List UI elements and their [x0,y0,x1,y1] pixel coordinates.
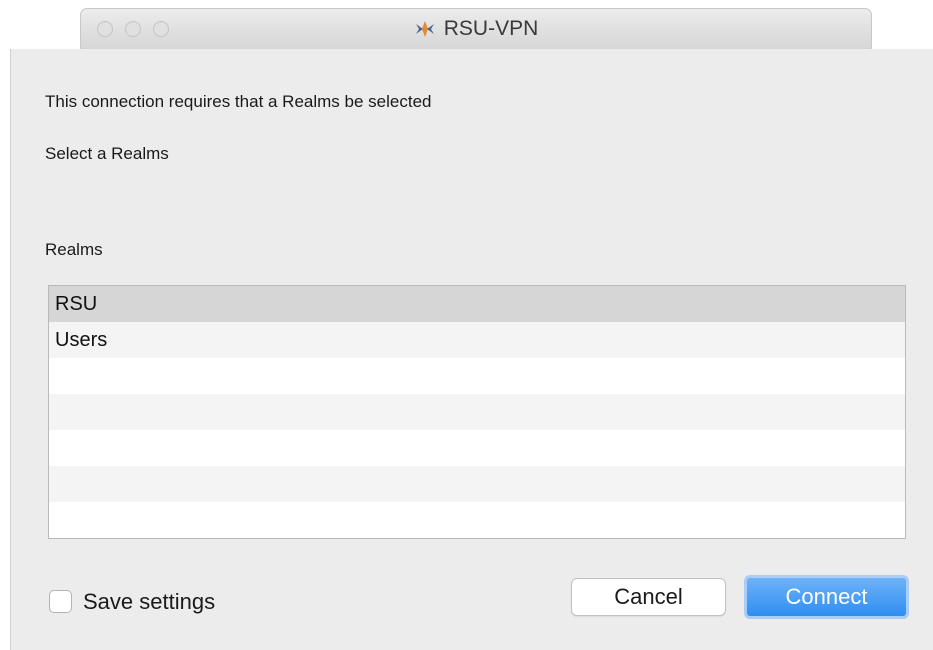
save-settings-checkbox[interactable] [49,590,72,613]
title-bar[interactable]: RSU-VPN [80,8,872,50]
window-title: RSU-VPN [443,17,539,40]
list-item-empty [49,466,905,502]
list-item-empty [49,430,905,466]
cancel-button[interactable]: Cancel [571,578,726,616]
list-item-empty [49,502,905,538]
instruction-text: Select a Realms [45,144,169,163]
list-item-empty [49,358,905,394]
realms-list[interactable]: RSU Users [48,285,906,539]
connect-button[interactable]: Connect [744,575,909,619]
list-item-empty [49,394,905,430]
message-text: This connection requires that a Realms b… [45,92,432,111]
realms-label: Realms [45,240,103,259]
list-item-rsu[interactable]: RSU [49,286,905,322]
save-settings-label[interactable]: Save settings [83,589,215,615]
window-title-wrap: RSU-VPN [81,9,871,49]
vpn-app-icon [415,21,434,37]
list-item-users[interactable]: Users [49,322,905,358]
